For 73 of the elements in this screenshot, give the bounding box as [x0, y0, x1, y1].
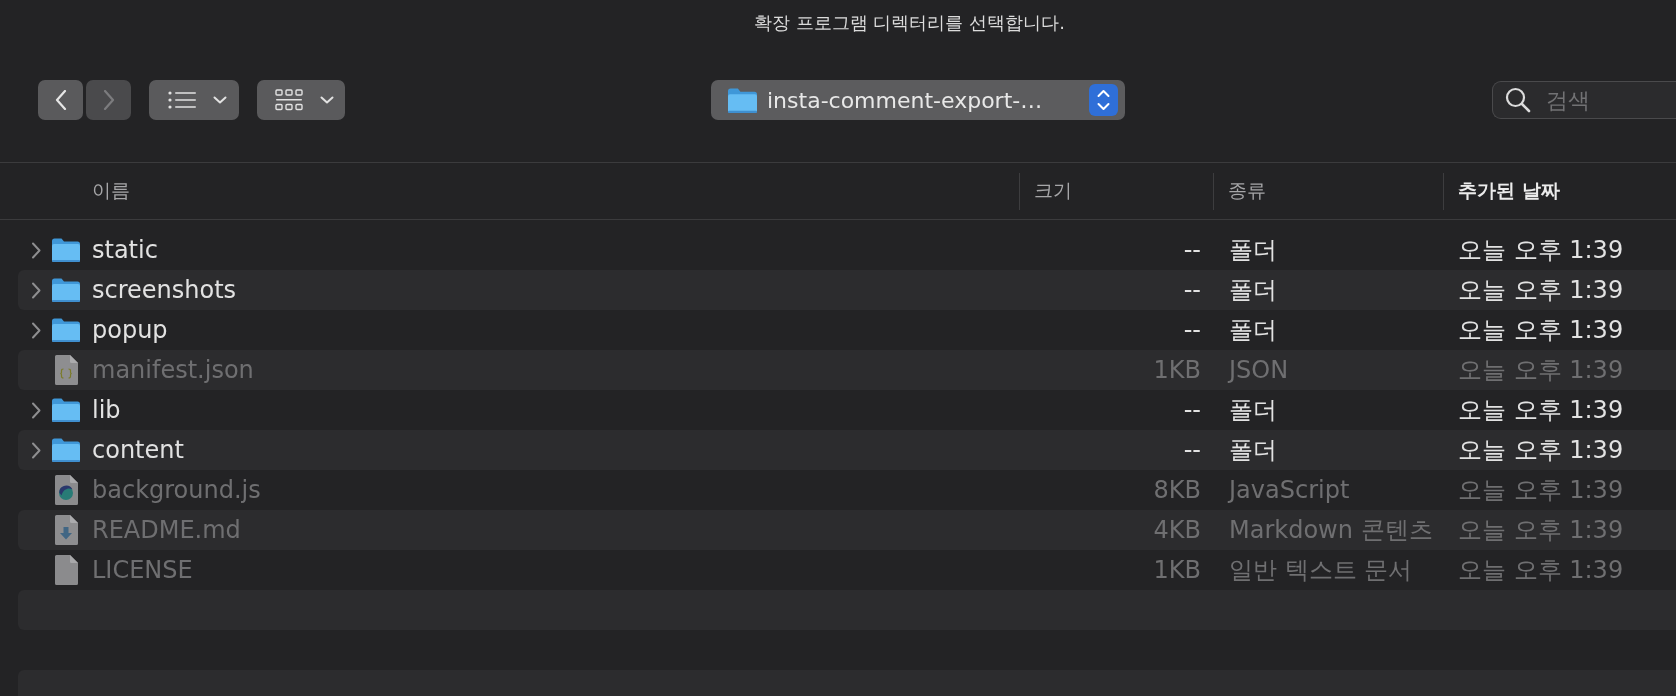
chevron-right-icon[interactable]: [31, 401, 41, 419]
group-button[interactable]: [257, 80, 345, 120]
kind-cell: 일반 텍스트 문서: [1229, 556, 1413, 584]
size-cell: --: [1183, 316, 1201, 344]
kind-cell: Markdown 콘텐츠: [1229, 516, 1433, 544]
kind-cell: JSON: [1229, 356, 1289, 384]
chevron-right-icon[interactable]: [31, 321, 41, 339]
size-cell: 8KB: [1153, 476, 1201, 504]
file-row[interactable]: static -- 폴더 오늘 오후 1:39: [18, 230, 1676, 270]
date-cell: 오늘 오후 1:39: [1458, 556, 1624, 584]
date-cell: 오늘 오후 1:39: [1458, 316, 1624, 344]
search-field[interactable]: 검색: [1492, 81, 1676, 119]
grid-icon: [275, 89, 303, 111]
file-name: LICENSE: [92, 556, 193, 584]
file-name: README.md: [92, 516, 241, 544]
file-row[interactable]: popup -- 폴더 오늘 오후 1:39: [18, 310, 1676, 350]
file-name: manifest.json: [92, 356, 254, 384]
kind-cell: 폴더: [1229, 316, 1277, 344]
date-cell: 오늘 오후 1:39: [1458, 276, 1624, 304]
chevron-right-icon[interactable]: [31, 281, 41, 299]
size-cell: 4KB: [1153, 516, 1201, 544]
chevron-right-icon[interactable]: [31, 241, 41, 259]
date-cell: 오늘 오후 1:39: [1458, 476, 1624, 504]
column-header[interactable]: 종류: [1213, 172, 1443, 210]
file-name: static: [92, 236, 158, 264]
folder-icon: [52, 438, 80, 462]
file-name: background.js: [92, 476, 261, 504]
file-name: popup: [92, 316, 168, 344]
markdown-file-icon: [54, 515, 78, 545]
folder-icon: [728, 87, 757, 113]
size-cell: --: [1183, 396, 1201, 424]
json-file-icon: [54, 355, 78, 385]
folder-icon: [52, 238, 80, 262]
kind-cell: 폴더: [1229, 236, 1277, 264]
size-cell: 1KB: [1153, 556, 1201, 584]
kind-cell: 폴더: [1229, 276, 1277, 304]
window-title: 확장 프로그램 디렉터리를 선택합니다.: [754, 11, 1065, 35]
column-header[interactable]: 추가된 날짜: [1443, 172, 1676, 210]
folder-icon: [52, 398, 80, 422]
size-cell: --: [1183, 436, 1201, 464]
list-icon: [168, 91, 196, 109]
size-cell: --: [1183, 276, 1201, 304]
date-cell: 오늘 오후 1:39: [1458, 516, 1624, 544]
chevron-left-icon: [54, 90, 67, 110]
kind-cell: JavaScript: [1229, 476, 1350, 504]
caret-down-icon: [320, 96, 334, 104]
script-file-icon: [54, 475, 78, 505]
folder-icon: [52, 278, 80, 302]
date-cell: 오늘 오후 1:39: [1458, 236, 1624, 264]
chevron-up-down-icon: [1089, 84, 1118, 116]
document-icon: [54, 555, 78, 585]
caret-down-icon: [213, 96, 227, 104]
size-cell: 1KB: [1153, 356, 1201, 384]
column-header[interactable]: 이름: [18, 172, 1019, 210]
back-button[interactable]: [38, 80, 83, 120]
file-row[interactable]: content -- 폴더 오늘 오후 1:39: [18, 430, 1676, 470]
file-name: screenshots: [92, 276, 237, 304]
chevron-right-icon[interactable]: [31, 441, 41, 459]
kind-cell: 폴더: [1229, 396, 1277, 424]
chevron-right-icon: [102, 90, 115, 110]
list-view-button[interactable]: [149, 80, 239, 120]
file-name: lib: [92, 396, 121, 424]
path-popup[interactable]: insta-comment-export-…: [711, 80, 1125, 120]
folder-icon: [52, 318, 80, 342]
date-cell: 오늘 오후 1:39: [1458, 436, 1624, 464]
file-row[interactable]: screenshots -- 폴더 오늘 오후 1:39: [18, 270, 1676, 310]
file-name: content: [92, 436, 184, 464]
kind-cell: 폴더: [1229, 436, 1277, 464]
column-header[interactable]: 크기: [1019, 172, 1213, 210]
size-cell: --: [1183, 236, 1201, 264]
file-row[interactable]: lib -- 폴더 오늘 오후 1:39: [18, 390, 1676, 430]
date-cell: 오늘 오후 1:39: [1458, 396, 1624, 424]
date-cell: 오늘 오후 1:39: [1458, 356, 1624, 384]
